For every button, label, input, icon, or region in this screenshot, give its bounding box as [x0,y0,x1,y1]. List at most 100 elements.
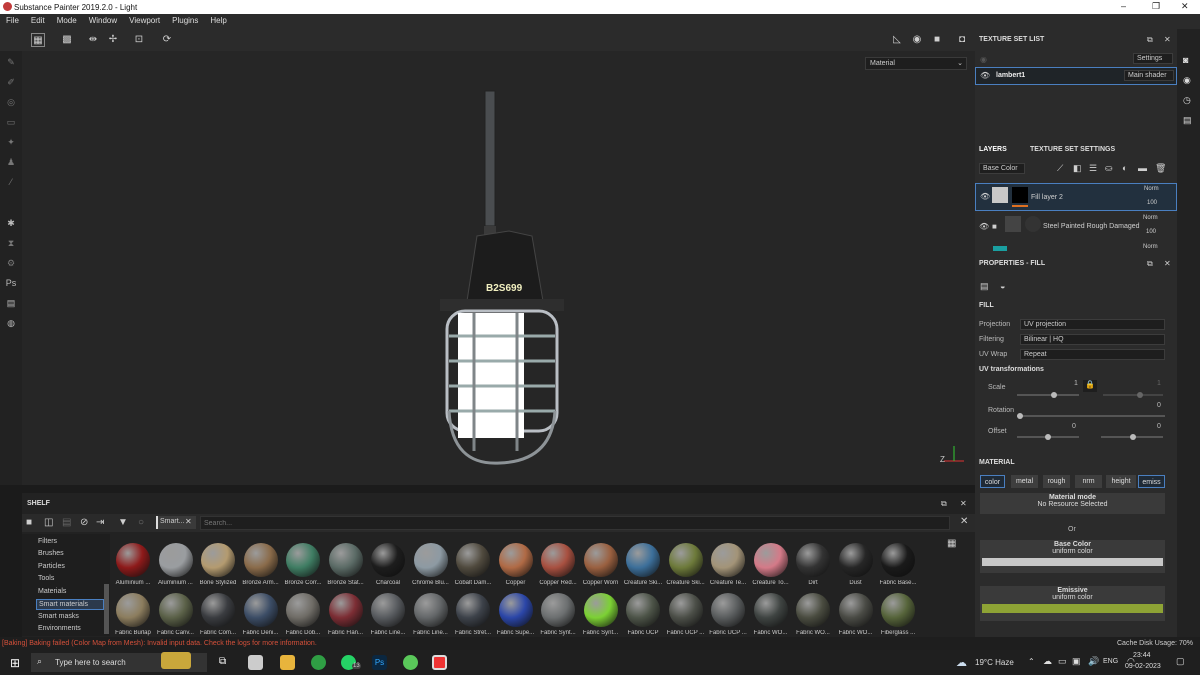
menu-file[interactable]: File [0,14,25,27]
rotation-slider[interactable] [1017,415,1165,417]
category-particles[interactable]: Particles [38,563,65,570]
material-thumbnail[interactable]: Fabric Dob... [282,588,324,638]
material-thumbnail[interactable]: Fabric UCP [622,588,664,638]
hourglass-icon[interactable]: ⧗ [5,237,17,249]
eye-icon[interactable]: 👁 [980,71,990,80]
material-thumbnail[interactable]: Cobalt Dam... [452,538,494,588]
notification-icon[interactable]: ▢ [1176,656,1185,667]
history-icon[interactable]: ⟳ [160,33,174,47]
material-thumbnail[interactable]: Fabric UCP ... [707,588,749,638]
projection-dropdown[interactable]: UV projection [1020,319,1165,330]
hide-icon[interactable]: ⊘ [80,517,88,528]
material-thumbnail[interactable]: Fabric Stret... [452,588,494,638]
panel-close-icon[interactable]: ✕ [1164,35,1171,44]
speaker-icon[interactable]: 🔊 [1088,656,1099,667]
tab-texture-set-settings[interactable]: TEXTURE SET SETTINGS [1030,146,1115,153]
material-thumbnail[interactable]: Dust [835,538,877,588]
filter-icon[interactable]: ▼ [118,517,128,528]
layer-row[interactable]: 👁 ■ Steel Painted Rough Damaged Norm 100 [975,212,1177,240]
layer-row[interactable]: 👁 Fill layer 2 Norm 100 [975,183,1177,211]
camera-view-icon[interactable]: ◺ [890,33,904,47]
projection-icon[interactable]: ◎ [5,96,17,108]
lock-icon[interactable]: 🔒 [1083,380,1097,392]
material-thumbnail[interactable]: Fabric Base... [877,538,919,588]
circle-icon[interactable]: ○ [138,517,144,528]
material-thumbnail[interactable]: Fabric Synt... [580,588,622,638]
stack-icon[interactable]: ☰ [1089,163,1097,174]
shelf-close-icon[interactable]: ✕ [960,499,967,508]
grid-view-icon[interactable]: ▩ [60,33,74,47]
screenshot-camera-icon[interactable]: ◘ [955,33,969,47]
material-thumbnail[interactable]: Fabric Line... [367,588,409,638]
shelf-undock-icon[interactable]: ⧉ [941,499,947,509]
material-thumbnail[interactable]: Fabric Canv... [155,588,197,638]
offset-x-knob[interactable] [1045,434,1051,440]
material-thumbnail[interactable]: Creature Te... [707,538,749,588]
menu-viewport[interactable]: Viewport [123,14,166,27]
close-button[interactable]: ✕ [1181,1,1189,12]
database-icon[interactable]: ▤ [62,517,71,528]
viewport-mode-select[interactable]: Material ⌄ [865,57,967,70]
eye-icon[interactable]: 👁 [980,192,990,201]
material-thumbnail[interactable]: Copper Red... [537,538,579,588]
battery-icon[interactable]: ▭ [1058,656,1067,667]
material-thumbnail[interactable]: Fabric Burlap [112,588,154,638]
folder-add-icon[interactable]: ▬ [1138,163,1147,173]
menu-window[interactable]: Window [83,14,123,27]
channel-height-chip[interactable]: height [1106,475,1136,488]
base-color-swatch[interactable] [982,558,1163,566]
menu-help[interactable]: Help [204,14,232,27]
material-thumbnail[interactable]: Fabric Com... [197,588,239,638]
category-brushes[interactable]: Brushes [38,550,64,557]
chrome-app-icon[interactable] [311,655,326,670]
material-thumbnail[interactable]: Fabric UCP ... [665,588,707,638]
material-thumbnail[interactable]: Fabric Deni... [240,588,282,638]
photoshop-icon[interactable]: Ps [5,277,17,289]
material-thumbnail[interactable]: Fabric Flan... [325,588,367,638]
shader-dropdown[interactable]: Main shader [1124,70,1174,81]
uv-transformations-toggle[interactable]: UV transformations [979,366,1044,373]
mirror-icon[interactable]: ✢ [106,33,120,47]
paint-layer-icon[interactable]: ⟋ [1057,163,1063,174]
scale-slider-secondary-knob[interactable] [1137,392,1143,398]
channel-emiss-chip[interactable]: emiss [1138,475,1165,488]
maximize-button[interactable]: ❐ [1152,1,1160,12]
frame-icon[interactable]: ⊡ [132,33,146,47]
bucket-icon[interactable]: ⛀ [1105,163,1113,174]
task-view-icon[interactable]: ⧉ [219,656,226,667]
document-icon[interactable]: ▤ [5,297,17,309]
shelf-search-input[interactable] [200,516,950,530]
weather-icon[interactable]: ☁ [956,656,967,669]
material-thumbnail[interactable]: Chrome Blu... [410,538,452,588]
search-clear-icon[interactable]: ✕ [960,516,968,527]
material-thumbnail[interactable]: Creature To... [750,538,792,588]
material-thumbnail[interactable]: Creature Ski... [622,538,664,588]
material-thumbnail[interactable]: Fabric Synt... [537,588,579,638]
material-thumbnail[interactable]: Fabric WO... [835,588,877,638]
menu-mode[interactable]: Mode [51,14,83,27]
channel-nrm-chip[interactable]: nrm [1075,475,1102,488]
calculator-app-icon[interactable] [248,655,263,670]
chevron-up-icon[interactable]: ⌃ [1028,657,1035,666]
filtering-dropdown[interactable]: Bilinear | HQ [1020,334,1165,345]
photoshop-app-icon[interactable]: Ps [372,655,387,670]
settings-dropdown[interactable]: Settings [1133,53,1173,64]
material-thumbnail[interactable]: Fabric WO... [792,588,834,638]
clone-icon[interactable]: ♟ [5,156,17,168]
category-smart-materials[interactable]: Smart materials [36,599,104,610]
layer-row[interactable]: Norm [975,241,1177,251]
video-camera-icon[interactable]: ■ [930,33,944,47]
cloud-icon[interactable]: ☁ [1043,656,1052,667]
undock-icon[interactable]: ⧉ [1147,259,1153,269]
material-sphere-icon[interactable]: ◒ [1000,281,1005,291]
scale-slider-secondary[interactable] [1103,394,1163,396]
channel-rough-chip[interactable]: rough [1043,475,1070,488]
material-thumbnail[interactable]: Dirt [792,538,834,588]
material-mode-block[interactable]: Material mode No Resource Selected [980,493,1165,514]
chip-close-icon[interactable]: ✕ [185,517,192,526]
scale-slider-knob[interactable] [1051,392,1057,398]
cube-icon[interactable]: ◉ [910,33,924,47]
material-thumbnail[interactable]: Bronze Corr... [282,538,324,588]
history-icon[interactable]: ◷ [1183,95,1191,106]
import-icon[interactable]: ⇥ [96,517,104,528]
